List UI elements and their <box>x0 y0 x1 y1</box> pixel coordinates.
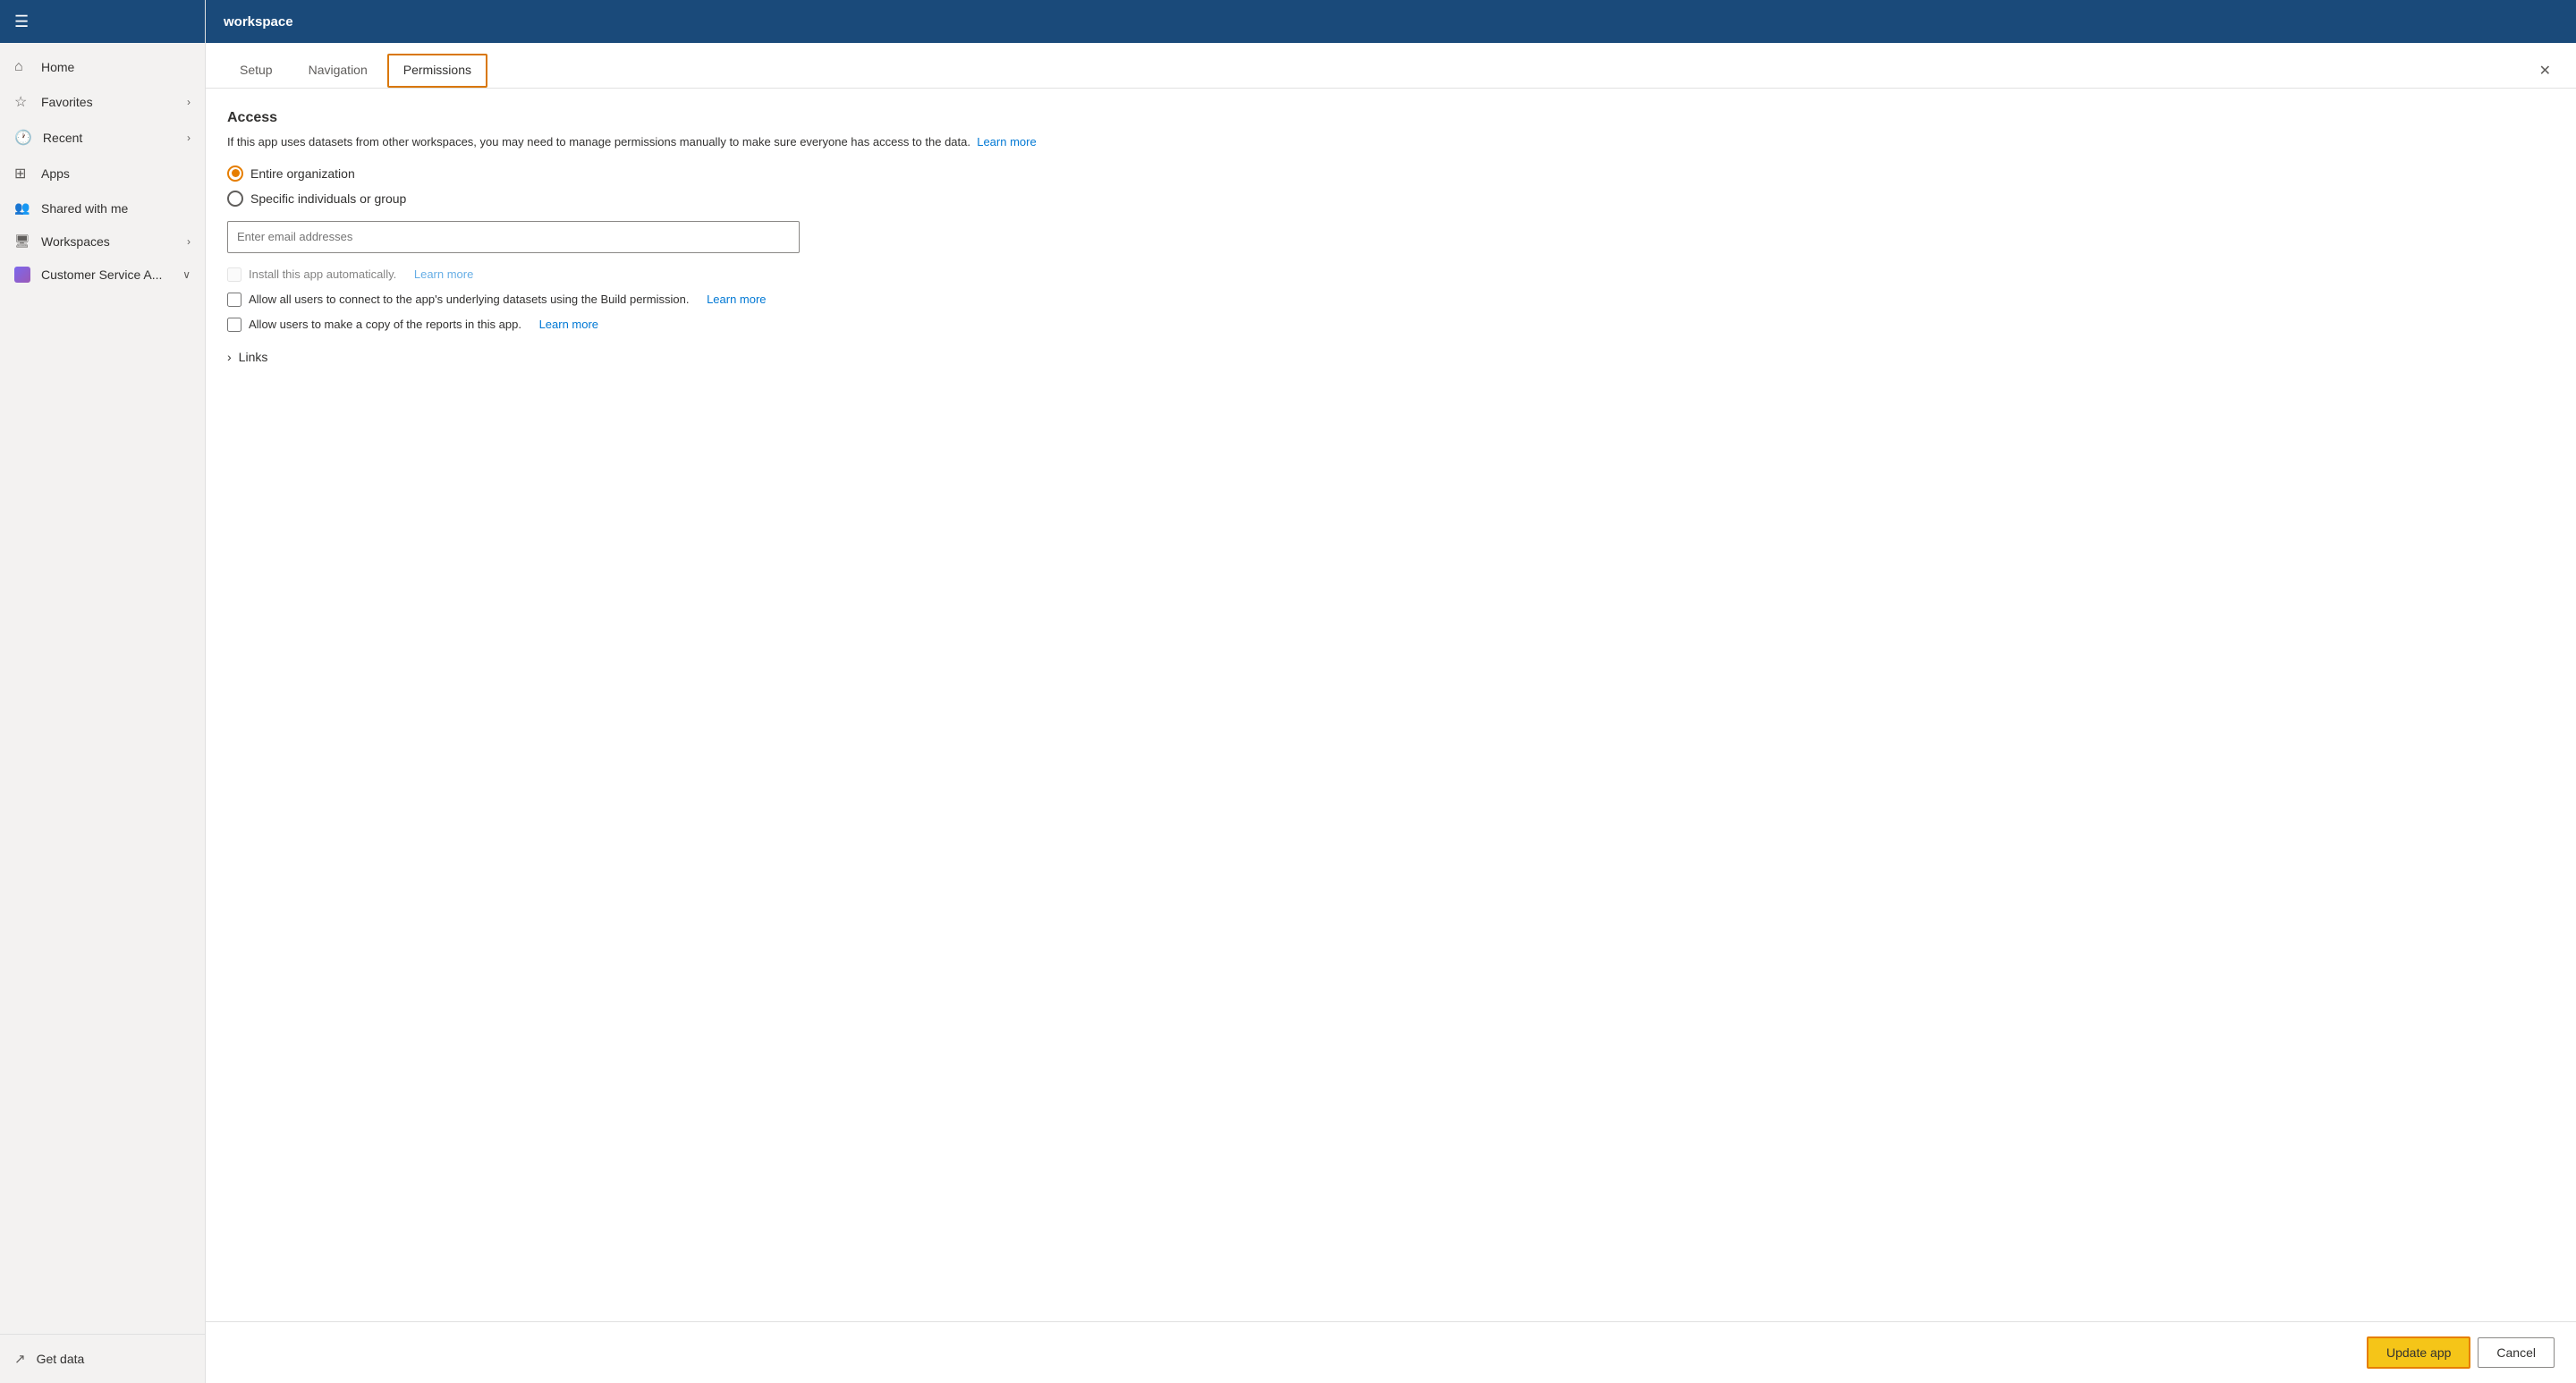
checkbox-allow-connect-input[interactable] <box>227 293 242 307</box>
radio-selected-indicator <box>232 169 240 177</box>
learn-more-link-connect[interactable]: Learn more <box>707 293 766 306</box>
access-radio-group: Entire organization Specific individuals… <box>227 165 2555 207</box>
sidebar-item-shared[interactable]: 👥 Shared with me <box>0 191 205 225</box>
sidebar-nav: ⌂ Home ☆ Favorites › 🕐 Recent › ⊞ Apps 👥… <box>0 43 205 1334</box>
sidebar-label-shared: Shared with me <box>41 201 128 216</box>
clock-icon: 🕐 <box>14 129 32 147</box>
tab-navigation[interactable]: Navigation <box>292 54 384 88</box>
sidebar-item-apps[interactable]: ⊞ Apps <box>0 156 205 191</box>
checkbox-group: Install this app automatically. Learn mo… <box>227 267 2555 332</box>
sidebar-item-workspaces[interactable]: 🖥 Workspaces › <box>0 225 205 258</box>
tabs-bar: Setup Navigation Permissions ✕ <box>206 43 2576 89</box>
sidebar-label-workspaces: Workspaces <box>41 234 110 249</box>
chevron-right-icon: › <box>187 96 191 108</box>
sidebar-item-get-data[interactable]: ↗ Get data <box>0 1342 205 1376</box>
close-button[interactable]: ✕ <box>2532 58 2558 83</box>
checkbox-allow-copy-text: Allow users to make a copy of the report… <box>249 318 521 331</box>
checkbox-install-text: Install this app automatically. <box>249 267 396 281</box>
radio-specific-input[interactable] <box>227 191 243 207</box>
email-input[interactable] <box>227 221 800 253</box>
links-label: Links <box>239 350 268 364</box>
radio-entire-org-input[interactable] <box>227 165 243 182</box>
sidebar-header[interactable]: ☰ <box>0 0 205 43</box>
workspace-color-icon <box>14 267 30 283</box>
sidebar-item-home[interactable]: ⌂ Home <box>0 50 205 84</box>
chevron-down-icon: ∨ <box>182 268 191 281</box>
cancel-button[interactable]: Cancel <box>2478 1337 2555 1368</box>
access-description: If this app uses datasets from other wor… <box>227 133 2555 151</box>
main-area: workspace Setup Navigation Permissions ✕… <box>206 0 2576 1383</box>
chevron-right-icon: › <box>187 235 191 248</box>
checkbox-allow-copy-input[interactable] <box>227 318 242 332</box>
home-icon: ⌂ <box>14 59 30 75</box>
sidebar: ☰ ⌂ Home ☆ Favorites › 🕐 Recent › ⊞ Apps… <box>0 0 206 1383</box>
sidebar-item-customer-service[interactable]: Customer Service A... ∨ <box>0 258 205 292</box>
checkbox-allow-connect-label[interactable]: Allow all users to connect to the app's … <box>227 293 2555 307</box>
sidebar-item-recent[interactable]: 🕐 Recent › <box>0 120 205 156</box>
radio-specific-label[interactable]: Specific individuals or group <box>227 191 2555 207</box>
footer-buttons: Update app Cancel <box>206 1321 2576 1383</box>
content-area: Setup Navigation Permissions ✕ Access If… <box>206 43 2576 1383</box>
get-data-icon: ↗ <box>14 1351 26 1367</box>
learn-more-link-install[interactable]: Learn more <box>414 267 473 281</box>
radio-specific-text: Specific individuals or group <box>250 191 406 206</box>
body-content: Access If this app uses datasets from ot… <box>206 89 2576 1321</box>
sidebar-label-favorites: Favorites <box>41 95 93 109</box>
checkbox-allow-copy-label[interactable]: Allow users to make a copy of the report… <box>227 318 2555 332</box>
sidebar-footer: ↗ Get data <box>0 1334 205 1383</box>
workspaces-icon: 🖥 <box>14 233 30 249</box>
learn-more-link-1[interactable]: Learn more <box>977 135 1036 148</box>
checkbox-install-label[interactable]: Install this app automatically. Learn mo… <box>227 267 2555 282</box>
tab-permissions[interactable]: Permissions <box>387 54 487 88</box>
sidebar-label-get-data: Get data <box>37 1352 85 1366</box>
tab-setup[interactable]: Setup <box>224 54 289 88</box>
app-title: workspace <box>224 14 293 30</box>
learn-more-link-copy[interactable]: Learn more <box>539 318 598 331</box>
access-title: Access <box>227 110 2555 126</box>
share-icon: 👥 <box>14 200 30 216</box>
topbar: workspace <box>206 0 2576 43</box>
checkbox-install-input[interactable] <box>227 267 242 282</box>
update-app-button[interactable]: Update app <box>2367 1336 2470 1369</box>
sidebar-label-customer-service: Customer Service A... <box>41 267 162 282</box>
sidebar-label-recent: Recent <box>43 131 82 145</box>
sidebar-item-favorites[interactable]: ☆ Favorites › <box>0 84 205 120</box>
sidebar-label-apps: Apps <box>41 166 70 181</box>
radio-entire-org-label[interactable]: Entire organization <box>227 165 2555 182</box>
menu-icon: ☰ <box>14 13 29 31</box>
chevron-right-icon: › <box>187 132 191 144</box>
chevron-right-icon: › <box>227 350 232 364</box>
star-icon: ☆ <box>14 93 30 111</box>
sidebar-label-home: Home <box>41 60 74 74</box>
apps-icon: ⊞ <box>14 165 30 182</box>
links-section[interactable]: › Links <box>227 350 2555 364</box>
checkbox-allow-connect-text: Allow all users to connect to the app's … <box>249 293 689 306</box>
radio-entire-org-text: Entire organization <box>250 166 355 181</box>
